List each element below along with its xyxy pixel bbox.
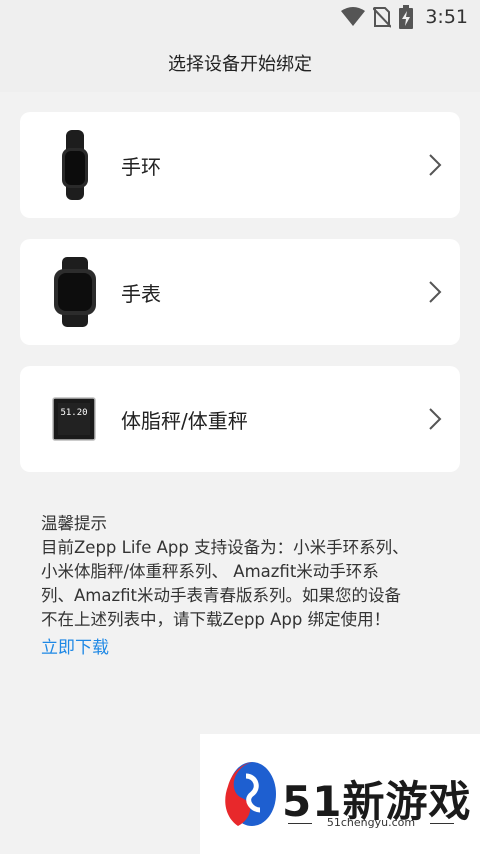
download-link[interactable]: 立即下载	[41, 636, 109, 660]
watermark: 51新游戏 51chengyu.com	[200, 734, 480, 854]
device-label-watch: 手表	[121, 281, 161, 306]
battery-charging-icon	[399, 5, 414, 29]
device-card-watch[interactable]: 手表	[20, 239, 460, 345]
wifi-icon	[341, 7, 366, 26]
watermark-logo-icon	[225, 762, 276, 826]
scale-reading: 51.20	[60, 408, 87, 418]
no-sim-icon	[373, 7, 392, 28]
status-icons: 3:51	[341, 4, 468, 30]
band-icon	[62, 130, 88, 200]
device-card-band[interactable]: 手环	[20, 112, 460, 218]
scale-icon: 51.20	[52, 397, 96, 441]
chevron-right-icon	[429, 154, 442, 176]
device-label-band: 手环	[121, 154, 161, 179]
watch-icon	[54, 257, 96, 327]
page-header: 选择设备开始绑定	[0, 34, 480, 92]
status-time: 3:51	[425, 6, 468, 28]
tips-section: 温馨提示 目前Zepp Life App 支持设备为：小米手环系列、 小米体脂秤…	[41, 512, 451, 660]
tips-title: 温馨提示	[41, 514, 107, 533]
chevron-right-icon	[429, 281, 442, 303]
status-bar: 3:51	[0, 0, 480, 34]
page-title: 选择设备开始绑定	[168, 54, 312, 75]
chevron-right-icon	[429, 408, 442, 430]
device-label-scale: 体脂秤/体重秤	[121, 408, 248, 433]
watermark-divider	[430, 823, 454, 824]
tips-body: 目前Zepp Life App 支持设备为：小米手环系列、 小米体脂秤/体重秤系…	[41, 538, 409, 629]
device-card-scale[interactable]: 51.20 体脂秤/体重秤	[20, 366, 460, 472]
